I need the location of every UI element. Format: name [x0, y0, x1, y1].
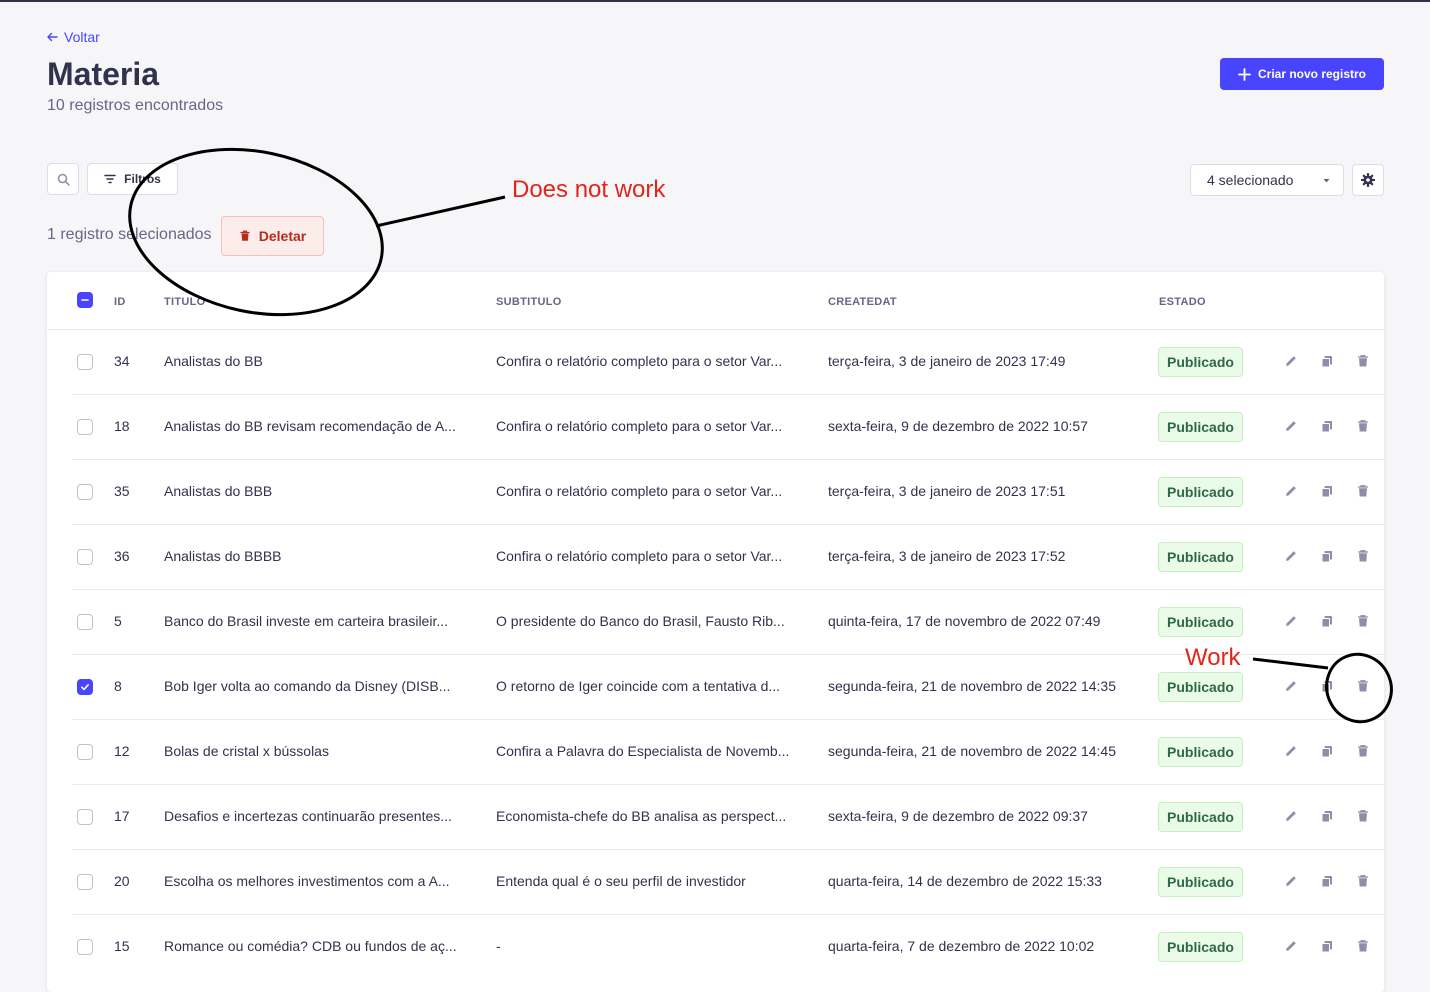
annotation-line-large	[375, 195, 506, 228]
annotation-ellipse-large	[128, 147, 384, 317]
annotation-overlay	[128, 147, 1393, 724]
annotation-ellipse-small	[1325, 652, 1393, 724]
annotation-line-small	[1252, 657, 1329, 670]
